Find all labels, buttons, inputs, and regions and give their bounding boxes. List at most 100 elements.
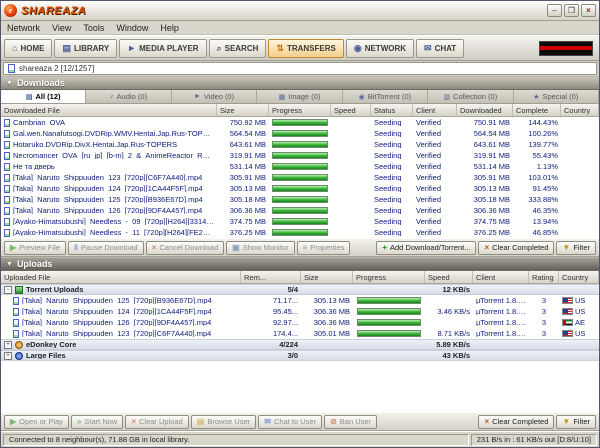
client-value: Verified <box>413 185 457 193</box>
downloads-tab-bittorrent[interactable]: ◉ BitTorrent (0) <box>343 90 428 103</box>
remaining-value: 174.4... <box>241 330 301 338</box>
filter-button[interactable]: ▼ Filter <box>556 241 596 255</box>
speed-value: 5.89 KB/s <box>425 341 473 349</box>
col-speed[interactable]: Speed <box>331 104 371 116</box>
complete-value: 139.77% <box>513 141 561 149</box>
menu-window[interactable]: Window <box>116 23 148 33</box>
col-downloaded-file[interactable]: Downloaded File <box>1 104 217 116</box>
nav-tab-label: CHAT <box>435 44 457 53</box>
col-size[interactable]: Size <box>217 104 269 116</box>
col-country[interactable]: Country <box>561 104 599 116</box>
pause-download-button[interactable]: ‖ Pause Download <box>68 241 144 255</box>
col-rating[interactable]: Rating <box>529 271 559 283</box>
clear-completed-button[interactable]: × Clear Completed <box>478 241 554 255</box>
upload-row[interactable]: [Taka]_Naruto_Shippuuden_123_[720p][C6F7… <box>1 328 599 339</box>
nav-tab-network[interactable]: ◉ NETWORK <box>346 39 414 58</box>
open-or-play-button[interactable]: ▶ Open or Play <box>4 415 69 429</box>
button-label: Cancel Download <box>159 243 218 252</box>
upload-row[interactable]: − Torrent Uploads 5/4 12 KB/s <box>1 284 599 295</box>
downloads-tab-audio[interactable]: ♪ Audio (0) <box>86 90 171 103</box>
browse-user-button[interactable]: ▤ Browse User <box>191 415 257 429</box>
speed-value: 8.71 KB/s <box>425 330 473 338</box>
col-size[interactable]: Size <box>301 271 353 283</box>
ban-user-button[interactable]: ⊘ Ban User <box>324 415 377 429</box>
col-remaining[interactable]: Rem... <box>241 271 301 283</box>
col-client[interactable]: Client <box>473 271 529 283</box>
clear-upload-button[interactable]: × Clear Upload <box>125 415 188 429</box>
col-downloaded[interactable]: Downloaded <box>457 104 513 116</box>
downloads-section-header[interactable]: ▼ Downloads <box>1 76 599 90</box>
file-size: 306.36 MB <box>217 207 269 215</box>
download-row[interactable]: [Taka]_Naruto_Shippuuden_123_[720p][C6F7… <box>1 172 599 183</box>
status-value: Seeding <box>371 174 413 182</box>
complete-value: 103.01% <box>513 174 561 182</box>
upload-row[interactable]: [Taka]_Naruto_Shippuuden_124_[720p][1CA4… <box>1 306 599 317</box>
col-uploaded-file[interactable]: Uploaded File <box>1 271 241 283</box>
download-row[interactable]: [Taka]_Naruto_Shippuuden_124_[720p][1CA4… <box>1 183 599 194</box>
col-progress[interactable]: Progress <box>269 104 331 116</box>
download-row[interactable]: Hotaruko.DVDRip.DivX.Hentai.Jap.Rus-TOPE… <box>1 139 599 150</box>
downloads-tab-image[interactable]: ▦ Image (0) <box>257 90 342 103</box>
nav-tab-home[interactable]: ⌂ HOME <box>4 39 52 58</box>
col-status[interactable]: Status <box>371 104 413 116</box>
upload-row[interactable]: + eDonkey Core 4/224 5.89 KB/s <box>1 339 599 350</box>
menu-tools[interactable]: Tools <box>83 23 104 33</box>
col-country[interactable]: Country <box>559 271 599 283</box>
downloads-tab-special[interactable]: ★ Special (0) <box>514 90 599 103</box>
download-row[interactable]: [Taka]_Naruto_Shippuuden_126_[720p][9DF4… <box>1 205 599 216</box>
chat-to-user-button[interactable]: ✉ Chat to User <box>258 415 322 429</box>
download-row[interactable]: Necromancer_OVA_[ru_jp]_[b-m]_2_&_AnimeR… <box>1 150 599 161</box>
download-row[interactable]: Cambrian_OVA 750.92 MB Seeding Verified … <box>1 117 599 128</box>
nav-tab-library[interactable]: ▤ LIBRARY <box>54 39 117 58</box>
rating-value: 3 <box>529 319 559 327</box>
upload-row[interactable]: [Taka]_Naruto_Shippuuden_125_[720p][B936… <box>1 295 599 306</box>
col-complete[interactable]: Complete <box>513 104 561 116</box>
upload-row[interactable]: + Large Files 3/0 43 KB/s <box>1 350 599 361</box>
status-value: Seeding <box>371 196 413 204</box>
col-client[interactable]: Client <box>413 104 457 116</box>
download-row[interactable]: Gal.wen.Nanafutsogi.DVDRip.WMV.Hentai.Ja… <box>1 128 599 139</box>
expander-icon[interactable]: + <box>4 341 12 349</box>
uploads-clear-completed-button[interactable]: × Clear Completed <box>478 415 554 429</box>
download-row[interactable]: [Ayako-Himatsubushi]_Needless_-_09_[720p… <box>1 216 599 227</box>
menu-view[interactable]: View <box>52 23 71 33</box>
menu-network[interactable]: Network <box>7 23 40 33</box>
download-row[interactable]: [Ayako-Himatsubushi]_Needless_-_11_[720p… <box>1 227 599 238</box>
uploads-filter-button[interactable]: ▼ Filter <box>556 415 596 429</box>
progress-bar <box>272 130 328 137</box>
col-speed[interactable]: Speed <box>425 271 473 283</box>
start-now-button[interactable]: » Start Now <box>71 415 123 429</box>
nav-tab-media-player[interactable]: ► MEDIA PLAYER <box>119 39 206 58</box>
upload-row[interactable]: [Taka]_Naruto_Shippuuden_126_[720p][9DF4… <box>1 317 599 328</box>
menu-help[interactable]: Help <box>160 23 179 33</box>
uploads-section-header[interactable]: ▼ Uploads <box>1 257 599 271</box>
expander-icon[interactable]: + <box>4 352 12 360</box>
downloaded-value: 376.25 MB <box>457 229 513 237</box>
downloaded-value: 374.75 MB <box>457 218 513 226</box>
properties-button[interactable]: ≡ Properties <box>297 241 351 255</box>
add-download-torrent-button[interactable]: + Add Download/Torrent... <box>376 241 476 255</box>
downloads-tab-all[interactable]: ▤ All (12) <box>1 90 86 103</box>
cancel-download-button[interactable]: × Cancel Download <box>146 241 224 255</box>
client-value: Verified <box>413 196 457 204</box>
download-row[interactable]: [Taka]_Naruto_Shippuuden_125_[720p][B936… <box>1 194 599 205</box>
button-label: Chat to User <box>274 417 316 426</box>
close-button[interactable]: × <box>581 4 596 17</box>
nav-tab-search[interactable]: ⌕ SEARCH <box>209 39 267 58</box>
file-icon <box>13 297 19 305</box>
show-monitor-button[interactable]: ▣ Show Monitor <box>226 241 294 255</box>
client-value: Verified <box>413 207 457 215</box>
nav-tab-chat[interactable]: ✉ CHAT <box>416 39 464 58</box>
downloads-tab-collection[interactable]: ▥ Collection (0) <box>428 90 513 103</box>
preview-file-button[interactable]: ▶ Preview File <box>4 241 66 255</box>
download-row[interactable]: Не та дверь 531.14 MB Seeding Verified 5… <box>1 161 599 172</box>
expander-icon[interactable]: − <box>4 286 12 294</box>
nav-tab-transfers[interactable]: ⇅ TRANSFERS <box>268 39 343 58</box>
downloads-tab-video[interactable]: ► Video (0) <box>172 90 257 103</box>
window-tab[interactable]: shareaza 2 [12/1257] <box>3 62 597 75</box>
col-progress[interactable]: Progress <box>353 271 425 283</box>
downloads-filter-tabs: ▤ All (12) ♪ Audio (0) ► Video (0) ▦ Ima… <box>1 90 599 104</box>
remaining-value: 4/224 <box>241 341 301 349</box>
maximize-button[interactable]: ❐ <box>564 4 579 17</box>
minimize-button[interactable]: – <box>547 4 562 17</box>
